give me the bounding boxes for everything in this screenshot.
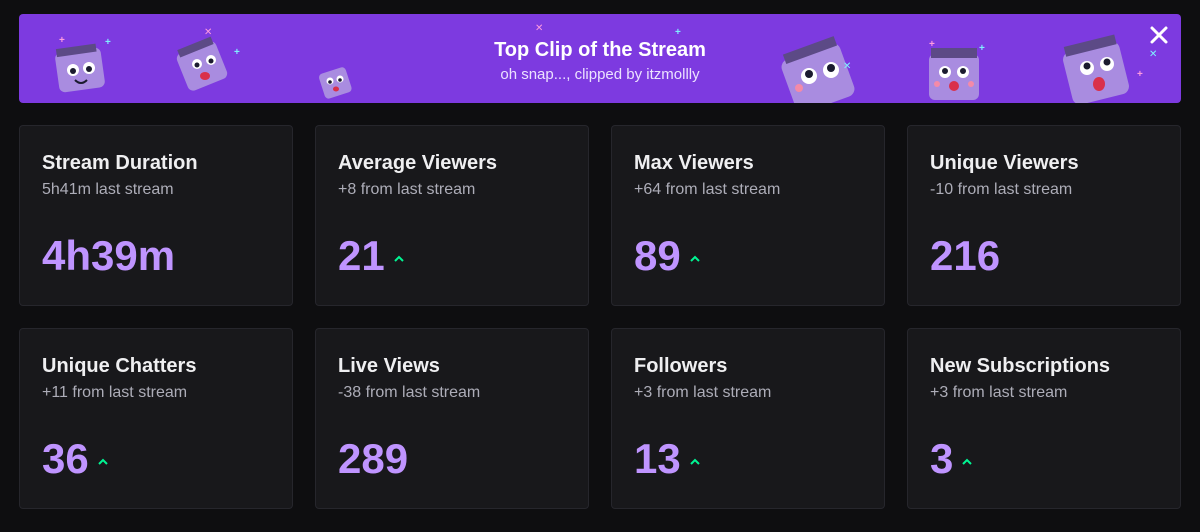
stat-value: 289 <box>338 435 409 482</box>
stat-value: 36 <box>42 435 89 482</box>
stat-value: 216 <box>930 232 1001 279</box>
banner-title: Top Clip of the Stream <box>494 39 706 61</box>
stat-comparison: 5h41m last stream <box>42 181 174 198</box>
stat-comparison: +3 from last stream <box>930 384 1068 401</box>
sparkle-icon: ✕ <box>204 27 213 38</box>
stat-value: 13 <box>634 435 681 482</box>
stat-card-max-viewers: Max Viewers +64 from last stream 89 <box>611 125 885 306</box>
stat-title: Followers <box>634 355 728 377</box>
stat-card-average-viewers: Average Viewers +8 from last stream 21 <box>315 125 589 306</box>
trend-up-icon <box>690 255 700 262</box>
close-icon[interactable] <box>1147 23 1171 47</box>
stat-comparison: +3 from last stream <box>634 384 772 401</box>
stat-card-live-views: Live Views -38 from last stream 289 <box>315 328 589 509</box>
trend-up-icon <box>98 458 108 465</box>
stat-title: Stream Duration <box>42 152 198 174</box>
stat-card-stream-duration: Stream Duration 5h41m last stream 4h39m <box>19 125 293 306</box>
stat-title: Unique Chatters <box>42 355 197 377</box>
stat-comparison: -10 from last stream <box>930 181 1073 198</box>
stat-card-new-subscriptions: New Subscriptions +3 from last stream 3 <box>907 328 1181 509</box>
stat-value: 89 <box>634 232 681 279</box>
stat-card-followers: Followers +3 from last stream 13 <box>611 328 885 509</box>
stat-title: Average Viewers <box>338 152 497 174</box>
stat-value: 4h39m <box>42 232 176 279</box>
sparkle-icon: + <box>675 27 681 38</box>
banner-subtitle: oh snap..., clipped by itzmollly <box>500 66 700 83</box>
stat-comparison: +11 from last stream <box>42 384 188 401</box>
stat-comparison: -38 from last stream <box>338 384 481 401</box>
trend-up-icon <box>690 458 700 465</box>
trend-up-icon <box>394 255 404 262</box>
stat-title: Live Views <box>338 355 440 377</box>
sparkle-icon: ✕ <box>535 23 544 34</box>
stat-value: 21 <box>338 232 385 279</box>
stat-title: Unique Viewers <box>930 152 1079 174</box>
stat-comparison: +64 from last stream <box>634 181 781 198</box>
trend-up-icon <box>962 458 973 465</box>
stat-value: 3 <box>930 435 954 482</box>
stat-card-unique-chatters: Unique Chatters +11 from last stream 36 <box>19 328 293 509</box>
stat-title: New Subscriptions <box>930 355 1111 377</box>
stat-title: Max Viewers <box>634 152 754 174</box>
stat-card-unique-viewers: Unique Viewers -10 from last stream 216 <box>907 125 1181 306</box>
stat-comparison: +8 from last stream <box>338 181 476 198</box>
top-clip-banner[interactable]: + + ✕ + ✕ + ✕ + + + ✕ Top Clip of the St… <box>19 14 1181 103</box>
